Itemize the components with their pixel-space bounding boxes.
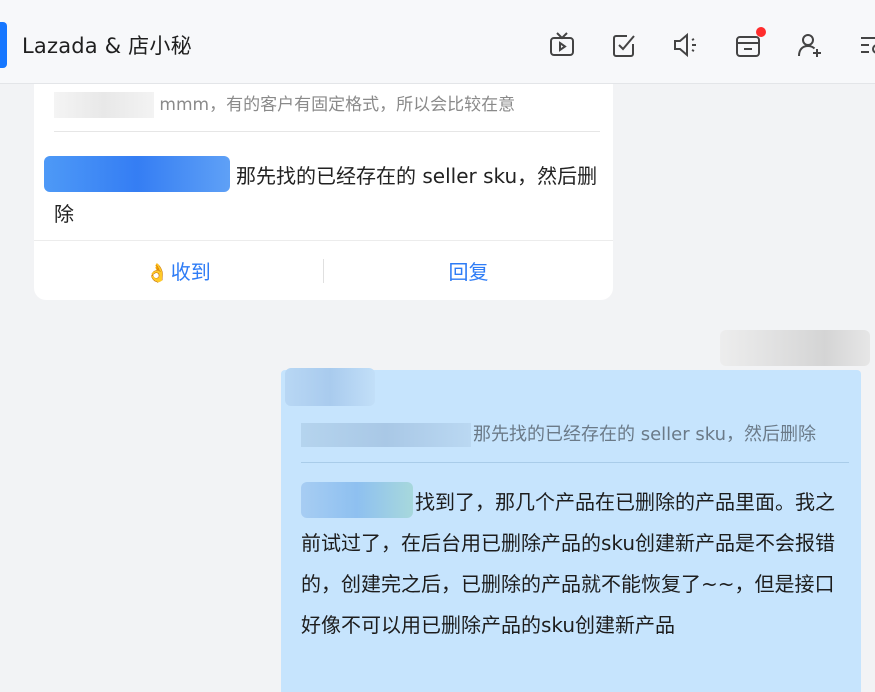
quoted-text: 那先找的已经存在的 seller sku，然后删除 [473, 424, 817, 445]
message-body: 找到了，那几个产品在已删除的产品里面。我之前试过了，在后台用已删除产品的sku创… [301, 482, 853, 646]
chat-header: Lazada & 店小秘 [0, 0, 875, 84]
speaker-icon[interactable] [670, 29, 702, 61]
redacted-sender [54, 92, 154, 118]
ok-hand-icon: 👌 [146, 263, 169, 284]
tv-icon[interactable] [546, 29, 578, 61]
add-user-icon[interactable] [794, 29, 826, 61]
divider [54, 131, 600, 132]
redacted-mention [44, 156, 230, 192]
header-toolbar [546, 27, 875, 62]
chat-avatar [0, 22, 7, 68]
outgoing-message-bubble: 那先找的已经存在的 seller sku，然后删除 找到了，那几个产品在已删除的… [281, 368, 861, 692]
message-actions: 👌 收到 回复 [34, 241, 613, 300]
notification-dot [756, 27, 766, 37]
checklist-icon[interactable] [608, 29, 640, 61]
quoted-message: 那先找的已经存在的 seller sku，然后删除 [301, 420, 816, 447]
redacted-sender-name [720, 330, 870, 366]
chat-title: Lazada & 店小秘 [22, 34, 192, 58]
divider [301, 462, 849, 463]
message-body: 那先找的已经存在的 seller sku，然后删除 [44, 156, 606, 233]
quoted-text: mmm，有的客户有固定格式，所以会比较在意 [159, 95, 516, 115]
redacted-header [285, 368, 375, 406]
quoted-message: mmm，有的客户有固定格式，所以会比较在意 [54, 90, 515, 118]
redacted-mention [301, 482, 413, 518]
received-label: 收到 [170, 260, 211, 284]
more-list-icon[interactable] [856, 29, 875, 61]
minus-box-icon[interactable] [732, 27, 766, 61]
incoming-message-card: mmm，有的客户有固定格式，所以会比较在意 那先找的已经存在的 seller s… [34, 84, 613, 300]
reply-button[interactable]: 回复 [324, 256, 613, 285]
redacted-quote-sender [301, 423, 471, 447]
received-button[interactable]: 👌 收到 [34, 256, 323, 285]
